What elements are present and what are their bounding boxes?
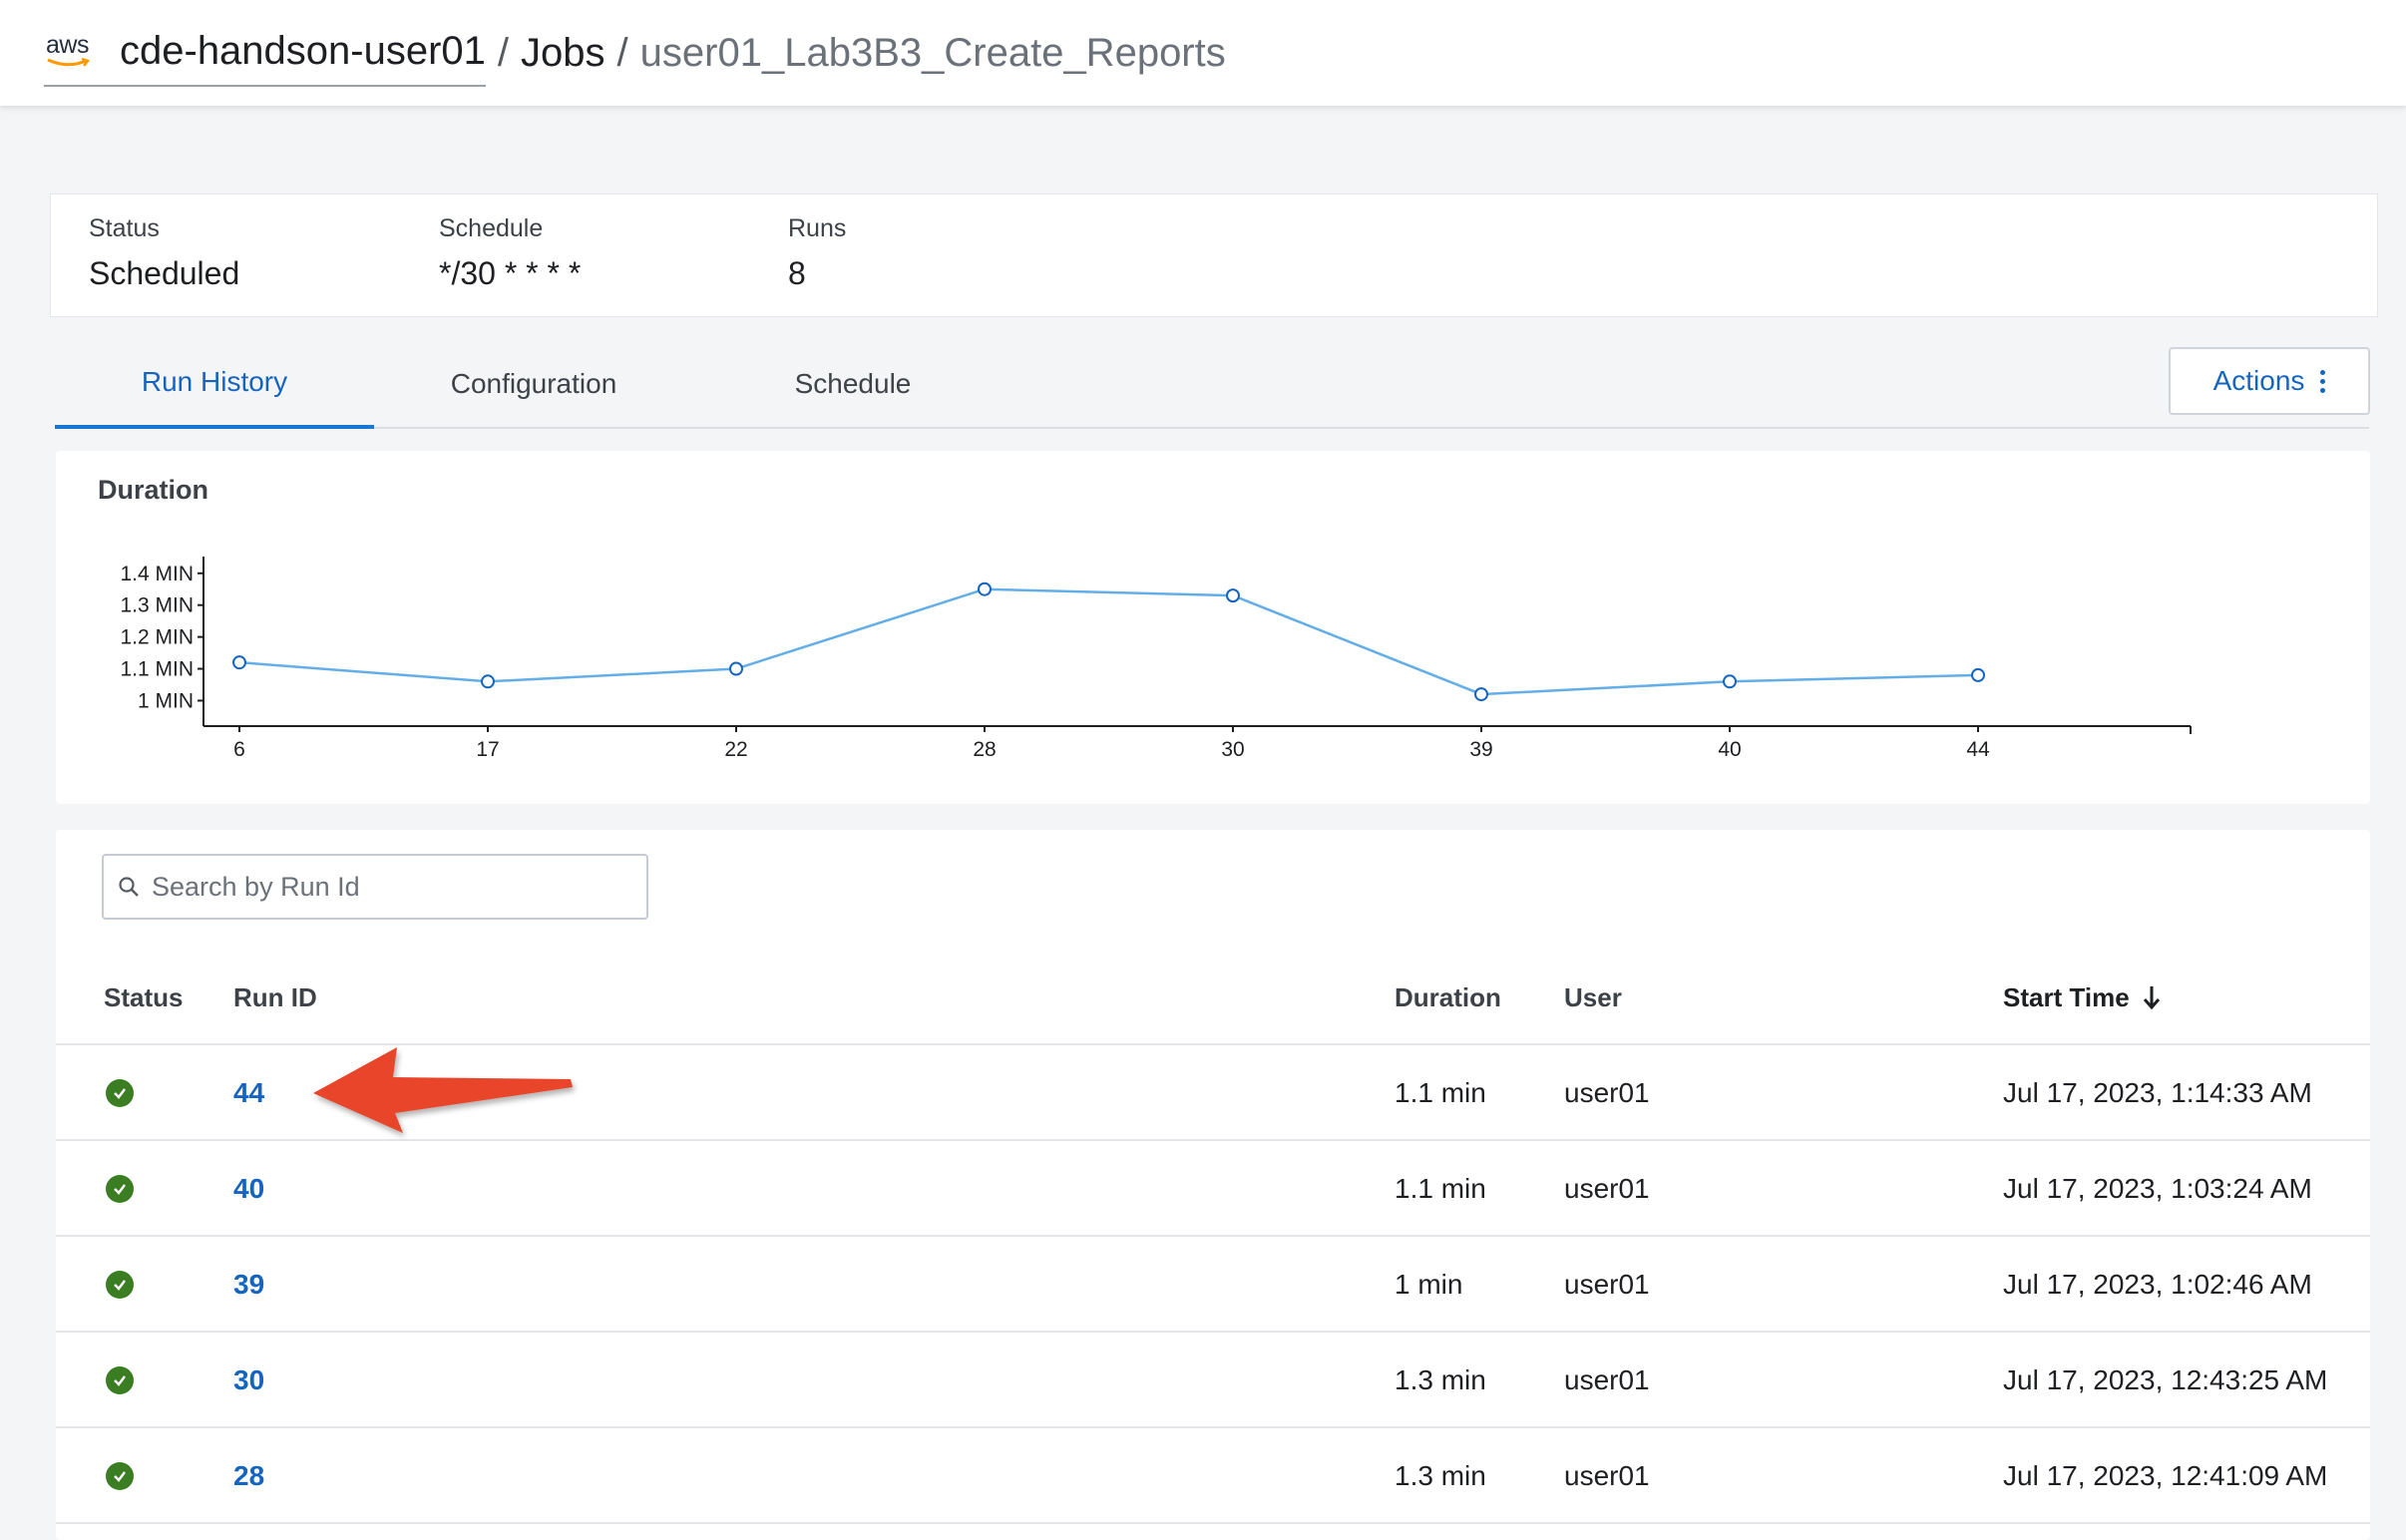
job-tabs: Run History Configuration Schedule [55,339,2369,429]
breadcrumb-job-name: user01_Lab3B3_Create_Reports [639,30,1226,75]
status-cell [106,1045,134,1141]
duration-data-point[interactable] [232,655,246,670]
success-check-icon [106,1366,134,1394]
success-check-icon [106,1175,134,1203]
column-header-run-id[interactable]: Run ID [233,950,317,1045]
summary-schedule: Schedule */30 * * * * [439,214,581,292]
success-check-icon [106,1079,134,1107]
annotation-arrow-icon [313,1047,573,1133]
schedule-value: */30 * * * * [439,255,582,291]
kebab-menu-icon [2320,368,2326,395]
search-icon [119,877,139,897]
summary-status: Status Scheduled [89,214,239,292]
success-check-icon [106,1462,134,1490]
table-header: Status Run ID Duration User Start Time [56,950,2370,1045]
start-time-label: Start Time [2003,981,2130,1012]
start-time-cell: Jul 17, 2023, 12:41:09 AM [2003,1460,2328,1491]
duration-data-point[interactable] [1226,588,1240,603]
job-summary-card: Status Scheduled Schedule */30 * * * * R… [50,193,2378,317]
run-id-link[interactable]: 28 [233,1428,264,1524]
table-row[interactable]: 30 1.3 min user01 Jul 17, 2023, 12:43:25… [56,1333,2370,1428]
duration-cell: 1.1 min [1395,1173,1486,1204]
tab-schedule[interactable]: Schedule [693,339,1012,429]
breadcrumb-separator: / [497,30,510,75]
duration-line-chart: 1 MIN 1.1 MIN 1.2 MIN 1.3 MIN 1.4 MIN 6 17 22 28… [120,557,2192,761]
start-time-cell: Jul 17, 2023, 1:14:33 AM [2003,1077,2312,1108]
duration-data-point[interactable] [1723,674,1737,689]
y-tick-label: 1 MIN [138,689,194,712]
run-id-link[interactable]: 44 [233,1045,264,1141]
start-time-cell: Jul 17, 2023, 1:03:24 AM [2003,1173,2312,1204]
breadcrumb: aws cde-handson-user01 / Jobs / user01_L… [0,0,1226,106]
x-tick-label: 22 [724,738,747,761]
top-header: aws cde-handson-user01 / Jobs / user01_L… [0,0,2406,106]
duration-data-point[interactable] [978,581,992,596]
x-tick-label: 6 [233,738,245,761]
actions-label: Actions [2212,365,2305,396]
user-cell: user01 [1564,1077,1650,1108]
aws-logo-icon: aws [44,31,100,71]
duration-data-point[interactable] [481,674,495,689]
status-cell [106,1333,134,1428]
search-box[interactable] [102,854,648,920]
duration-cell: 1.1 min [1395,1077,1486,1108]
sort-descending-icon [2143,986,2160,1010]
breadcrumb-jobs-link[interactable]: Jobs [521,31,605,76]
status-cell [106,1428,134,1524]
run-id-link[interactable]: 40 [233,1141,264,1237]
table-row[interactable]: 28 1.3 min user01 Jul 17, 2023, 12:41:09… [56,1428,2370,1524]
user-cell: user01 [1564,1364,1650,1395]
y-tick-label: 1.4 MIN [120,563,194,585]
x-tick-label: 44 [1966,738,1990,761]
y-tick-label: 1.1 MIN [120,658,194,681]
breadcrumb-environment[interactable]: cde-handson-user01 [120,29,486,74]
user-cell: user01 [1564,1173,1650,1204]
table-row[interactable]: 39 1 min user01 Jul 17, 2023, 1:02:46 AM [56,1237,2370,1333]
success-check-icon [106,1271,134,1299]
x-tick-label: 39 [1469,738,1492,761]
runs-value: 8 [788,255,806,291]
status-value: Scheduled [89,255,240,291]
environment-selector[interactable]: aws cde-handson-user01 [44,25,486,87]
x-tick-label: 28 [973,738,996,761]
duration-series-line [238,587,1979,696]
tab-configuration[interactable]: Configuration [374,339,693,429]
column-header-duration[interactable]: Duration [1395,950,1501,1045]
run-id-link[interactable]: 39 [233,1237,264,1333]
start-time-cell: Jul 17, 2023, 1:02:46 AM [2003,1269,2312,1300]
y-tick-label: 1.2 MIN [120,626,194,649]
run-history-table-card: Status Run ID Duration User Start Time 4… [56,830,2370,1540]
user-cell: user01 [1564,1269,1650,1300]
y-tick-label: 1.3 MIN [120,594,194,617]
column-header-start-time[interactable]: Start Time [2003,950,2162,1045]
summary-runs: Runs 8 [788,214,846,292]
duration-data-point[interactable] [1474,687,1488,702]
duration-cell: 1 min [1395,1269,1463,1300]
run-id-link[interactable]: 30 [233,1333,264,1428]
duration-cell: 1.3 min [1395,1460,1486,1491]
x-tick-label: 17 [476,738,499,761]
search-run-id-input[interactable] [152,871,630,903]
status-label: Status [89,214,160,242]
runs-label: Runs [788,214,847,242]
breadcrumb-separator: / [616,30,628,75]
duration-data-point[interactable] [1971,667,1985,682]
table-row[interactable]: 40 1.1 min user01 Jul 17, 2023, 1:03:24 … [56,1141,2370,1237]
duration-data-point[interactable] [729,661,743,676]
duration-chart-card: Duration 1 MIN 1.1 MIN 1.2 MIN 1.3 MIN 1.4 M… [56,451,2370,804]
x-tick-label: 30 [1221,738,1244,761]
x-tick-label: 40 [1718,738,1741,761]
column-header-status[interactable]: Status [104,950,183,1045]
status-cell [106,1237,134,1333]
schedule-label: Schedule [439,214,544,242]
duration-cell: 1.3 min [1395,1364,1486,1395]
actions-button[interactable]: Actions [2169,347,2370,415]
tab-run-history[interactable]: Run History [55,339,374,429]
user-cell: user01 [1564,1460,1650,1491]
start-time-cell: Jul 17, 2023, 12:43:25 AM [2003,1364,2328,1395]
status-cell [106,1141,134,1237]
column-header-user[interactable]: User [1564,950,1622,1045]
